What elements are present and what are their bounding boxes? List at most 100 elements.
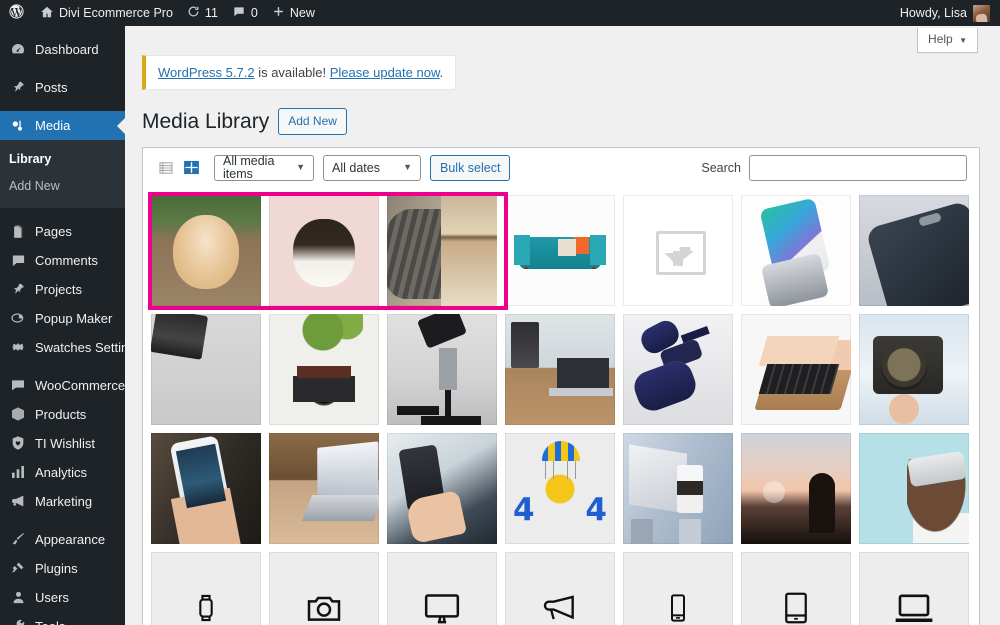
sidebar-item-label: Projects bbox=[35, 281, 82, 297]
help-tab-button[interactable]: Help ▼ bbox=[917, 28, 978, 53]
sidebar-item-pages[interactable]: Pages bbox=[0, 217, 125, 246]
media-grid-item[interactable] bbox=[269, 552, 387, 625]
sidebar-item-popup-maker[interactable]: Popup Maker bbox=[0, 304, 125, 333]
add-new-button[interactable]: Add New bbox=[278, 108, 347, 136]
sidebar-item-products[interactable]: Products bbox=[0, 400, 125, 429]
sidebar-subitem-library[interactable]: Library bbox=[0, 146, 125, 173]
studio-microphone-photo[interactable] bbox=[387, 314, 497, 426]
sidebar-item-tools[interactable]: Tools bbox=[0, 612, 125, 625]
sidebar-item-appearance[interactable]: Appearance bbox=[0, 525, 125, 554]
comments-count: 0 bbox=[250, 6, 258, 20]
please-update-now-link[interactable]: Please update now bbox=[330, 65, 440, 80]
media-grid-item[interactable] bbox=[151, 552, 269, 625]
media-grid-item[interactable] bbox=[387, 433, 505, 552]
media-grid-item[interactable] bbox=[741, 433, 859, 552]
hand-holding-white-iphone-photo[interactable] bbox=[151, 433, 261, 545]
media-grid-item[interactable] bbox=[741, 552, 859, 625]
404-parachute-graphic[interactable]: 44 bbox=[505, 433, 615, 545]
woman-with-vr-headset-photo[interactable] bbox=[859, 433, 969, 545]
date-filter-select[interactable]: All dates ▼ bbox=[323, 154, 421, 181]
sidebar-item-ti-wishlist[interactable]: TI Wishlist bbox=[0, 429, 125, 458]
sidebar-item-marketing[interactable]: Marketing bbox=[0, 487, 125, 516]
media-grid-item[interactable] bbox=[387, 314, 505, 433]
sidebar-item-woocommerce[interactable]: WooCommerce bbox=[0, 371, 125, 400]
sidebar-item-users[interactable]: Users bbox=[0, 583, 125, 612]
media-grid-item[interactable] bbox=[387, 552, 505, 625]
media-grid-item[interactable] bbox=[623, 552, 741, 625]
tablet-icon-thumbnail[interactable] bbox=[741, 552, 851, 625]
updates-count: 11 bbox=[204, 6, 218, 20]
media-grid-item[interactable] bbox=[623, 195, 741, 314]
laptop-with-coffee-cup-photo[interactable] bbox=[623, 433, 733, 545]
sidebar-item-plugins[interactable]: Plugins bbox=[0, 554, 125, 583]
media-submenu: Library Add New bbox=[0, 140, 125, 208]
media-grid-item[interactable] bbox=[623, 314, 741, 433]
desk-with-monitor-and-speakers-photo[interactable] bbox=[505, 314, 615, 426]
samsung-edge-smartphone-photo[interactable] bbox=[741, 195, 851, 307]
media-grid-item[interactable] bbox=[859, 195, 977, 314]
camera-flatlay-with-plant-photo[interactable] bbox=[269, 314, 379, 426]
admin-bar: Divi Ecommerce Pro 11 0 New Howdy, Lisa bbox=[0, 0, 1000, 26]
tabby-cat-on-chair-photo[interactable] bbox=[387, 195, 497, 307]
wordpress-version-link[interactable]: WordPress 5.7.2 bbox=[158, 65, 255, 80]
media-grid-item[interactable] bbox=[505, 552, 623, 625]
media-grid-item[interactable] bbox=[151, 433, 269, 552]
image-placeholder-thumbnail[interactable] bbox=[623, 195, 733, 307]
media-grid-item[interactable] bbox=[387, 195, 505, 314]
media-grid-item[interactable] bbox=[859, 314, 977, 433]
media-grid-item[interactable] bbox=[741, 314, 859, 433]
bulk-select-button[interactable]: Bulk select bbox=[430, 154, 511, 181]
sidebar-item-media[interactable]: Media bbox=[0, 111, 125, 140]
comments-menu[interactable]: 0 bbox=[225, 0, 265, 26]
media-grid-item[interactable]: 44 bbox=[505, 433, 623, 552]
media-grid-item[interactable] bbox=[505, 314, 623, 433]
media-grid-frame[interactable]: 44 bbox=[142, 187, 980, 625]
site-name-menu[interactable]: Divi Ecommerce Pro bbox=[33, 0, 180, 26]
new-content-menu[interactable]: New bbox=[265, 0, 322, 26]
laptop-on-desk-with-books-photo[interactable] bbox=[269, 433, 379, 545]
videographer-with-camera-rig-photo[interactable] bbox=[151, 314, 261, 426]
man-using-smartphone-photo[interactable] bbox=[387, 433, 497, 545]
smartphone-icon-thumbnail[interactable] bbox=[623, 552, 733, 625]
grid-view-icon[interactable] bbox=[181, 157, 202, 178]
sidebar-item-posts[interactable]: Posts bbox=[0, 73, 125, 102]
sidebar-item-projects[interactable]: Projects bbox=[0, 275, 125, 304]
camera-icon-thumbnail[interactable] bbox=[269, 552, 379, 625]
wordpress-logo-button[interactable] bbox=[0, 0, 33, 26]
sunset-silhouette-photo[interactable] bbox=[741, 433, 851, 545]
beagle-puppy-photo[interactable] bbox=[151, 195, 261, 307]
media-grid-item[interactable] bbox=[151, 195, 269, 314]
navy-phone-case-photo[interactable] bbox=[859, 195, 969, 307]
jack-russell-terrier-photo[interactable] bbox=[269, 195, 379, 307]
person-holding-camera-photo[interactable] bbox=[859, 314, 969, 426]
laptop-icon-thumbnail[interactable] bbox=[859, 552, 969, 625]
megaphone-icon-thumbnail[interactable] bbox=[505, 552, 615, 625]
media-grid-item[interactable] bbox=[859, 552, 977, 625]
media-grid-item[interactable] bbox=[151, 314, 269, 433]
search-input[interactable] bbox=[749, 154, 967, 181]
media-grid-item[interactable] bbox=[269, 433, 387, 552]
popup-maker-icon bbox=[9, 309, 27, 327]
sidebar-item-dashboard[interactable]: Dashboard bbox=[0, 35, 125, 64]
smartwatch-icon-thumbnail[interactable] bbox=[151, 552, 261, 625]
updates-menu[interactable]: 11 bbox=[180, 0, 225, 26]
sidebar-item-analytics[interactable]: Analytics bbox=[0, 458, 125, 487]
monitor-icon-thumbnail[interactable] bbox=[387, 552, 497, 625]
media-grid-item[interactable] bbox=[859, 433, 977, 552]
sidebar-item-comments[interactable]: Comments bbox=[0, 246, 125, 275]
media-grid-item[interactable] bbox=[269, 195, 387, 314]
sidebar-subitem-add-new[interactable]: Add New bbox=[0, 173, 125, 200]
sidebar-item-swatches-settings[interactable]: Swatches Settings bbox=[0, 333, 125, 362]
teal-sofa-product-photo[interactable] bbox=[505, 195, 615, 307]
help-tab-label: Help bbox=[928, 32, 953, 46]
navy-headphones-photo[interactable] bbox=[623, 314, 733, 426]
list-view-icon[interactable] bbox=[155, 157, 176, 178]
media-grid-item[interactable] bbox=[269, 314, 387, 433]
media-grid-item[interactable] bbox=[623, 433, 741, 552]
media-type-filter-select[interactable]: All media items ▼ bbox=[214, 154, 314, 181]
media-grid-item[interactable] bbox=[741, 195, 859, 314]
hands-typing-on-laptop-photo[interactable] bbox=[741, 314, 851, 426]
site-name-label: Divi Ecommerce Pro bbox=[59, 6, 173, 20]
media-grid-item[interactable] bbox=[505, 195, 623, 314]
my-account-menu[interactable]: Howdy, Lisa bbox=[900, 4, 1000, 22]
